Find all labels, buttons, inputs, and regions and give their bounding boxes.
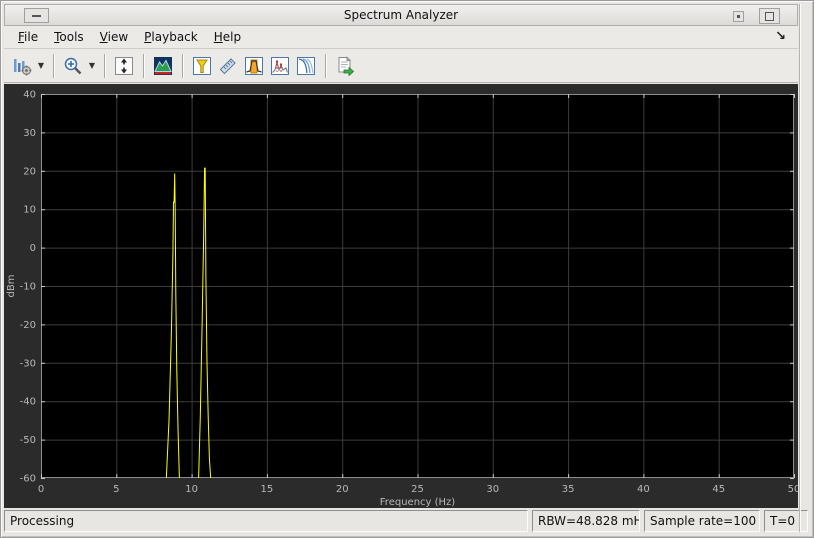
svg-text:40: 40 [23, 90, 36, 101]
menu-playback[interactable]: Playback [144, 30, 198, 44]
spectral-mask-icon [193, 56, 211, 75]
playback-export-button[interactable] [332, 53, 358, 79]
svg-text:10: 10 [23, 205, 36, 216]
status-sample-rate: Sample rate=100 Hz [644, 510, 760, 532]
zoom-in-icon [64, 57, 82, 74]
autoscale-axes-button[interactable] [111, 53, 137, 79]
autoscale-axes-icon [115, 56, 133, 75]
window-menu-dash-icon [32, 14, 41, 17]
svg-text:30: 30 [23, 128, 36, 139]
menu-file[interactable]: File [18, 30, 38, 44]
window-right-highlight [800, 4, 801, 532]
status-message: Processing [4, 510, 528, 532]
toolbar-separator [143, 53, 144, 78]
title-bar[interactable]: Spectrum Analyzer [4, 4, 798, 26]
toolbar-separator [182, 53, 183, 78]
svg-text:-10: -10 [20, 282, 36, 293]
svg-text:20: 20 [336, 484, 349, 495]
svg-text:20: 20 [23, 166, 36, 177]
maximize-button[interactable] [759, 8, 780, 24]
channel-measurements-icon [245, 56, 263, 75]
svg-text:-60: -60 [20, 474, 36, 485]
status-bar: Processing RBW=48.828 mHz Sample rate=10… [4, 510, 808, 532]
maximize-square-icon [765, 11, 774, 21]
svg-text:dBm: dBm [6, 275, 17, 298]
window-menu-button[interactable] [24, 8, 49, 23]
svg-text:Frequency (Hz): Frequency (Hz) [380, 497, 456, 508]
status-rbw: RBW=48.828 mHz [532, 510, 640, 532]
spectrum-view-button[interactable] [150, 53, 176, 79]
window-title: Spectrum Analyzer [343, 8, 459, 22]
menu-bar: File Tools View Playback Help ↘ [4, 26, 798, 49]
svg-text:-30: -30 [20, 358, 36, 369]
zoom-in-button[interactable] [60, 53, 86, 79]
spectrum-settings-dropdown[interactable]: ▼ [35, 53, 47, 79]
minimize-dot-icon [737, 15, 740, 18]
svg-text:25: 25 [411, 484, 424, 495]
status-sim-time: T=0 [764, 510, 808, 532]
svg-text:15: 15 [261, 484, 274, 495]
svg-text:5: 5 [113, 484, 119, 495]
ccdf-measurements-button[interactable] [293, 53, 319, 79]
menu-view[interactable]: View [100, 30, 128, 44]
svg-text:40: 40 [637, 484, 650, 495]
svg-text:30: 30 [486, 484, 499, 495]
svg-text:45: 45 [712, 484, 725, 495]
peak-finder-button[interactable] [267, 53, 293, 79]
playback-export-icon [338, 55, 355, 76]
svg-text:35: 35 [562, 484, 575, 495]
spectral-mask-button[interactable] [189, 53, 215, 79]
figure-canvas[interactable]: 0 5 10 15 20 25 30 35 40 45 50 40 30 20 10 0 -10 -20 -30 -4… [4, 84, 800, 509]
ccdf-measurements-icon [297, 56, 315, 75]
menu-tools[interactable]: Tools [54, 30, 84, 44]
spectrum-settings-icon [14, 58, 32, 75]
svg-text:50: 50 [788, 484, 798, 495]
toolbar-separator [53, 53, 54, 78]
peak-finder-icon [271, 56, 289, 75]
svg-text:10: 10 [185, 484, 198, 495]
cursor-measurements-button[interactable] [215, 53, 241, 79]
svg-text:-50: -50 [20, 435, 36, 446]
toolbar: ▼ ▼ [4, 49, 798, 83]
svg-text:-20: -20 [20, 320, 36, 331]
toolbar-separator [325, 53, 326, 78]
svg-text:-40: -40 [20, 397, 36, 408]
svg-text:0: 0 [30, 243, 36, 254]
figure-area: 0 5 10 15 20 25 30 35 40 45 50 40 30 20 10 0 -10 -20 -30 -4… [4, 84, 800, 509]
spectrum-view-icon [154, 56, 172, 75]
menu-help[interactable]: Help [214, 30, 241, 44]
spectrum-analyzer-window: Spectrum Analyzer File Tools View Playba… [0, 0, 814, 538]
dock-figure-arrow-icon[interactable]: ↘ [775, 29, 786, 44]
toolbar-separator [104, 53, 105, 78]
spectrum-settings-button[interactable] [9, 53, 35, 79]
svg-text:0: 0 [38, 484, 44, 495]
minimize-button[interactable] [733, 11, 744, 22]
cursor-measurements-icon [219, 57, 236, 74]
channel-measurements-button[interactable] [241, 53, 267, 79]
zoom-dropdown[interactable]: ▼ [86, 53, 98, 79]
